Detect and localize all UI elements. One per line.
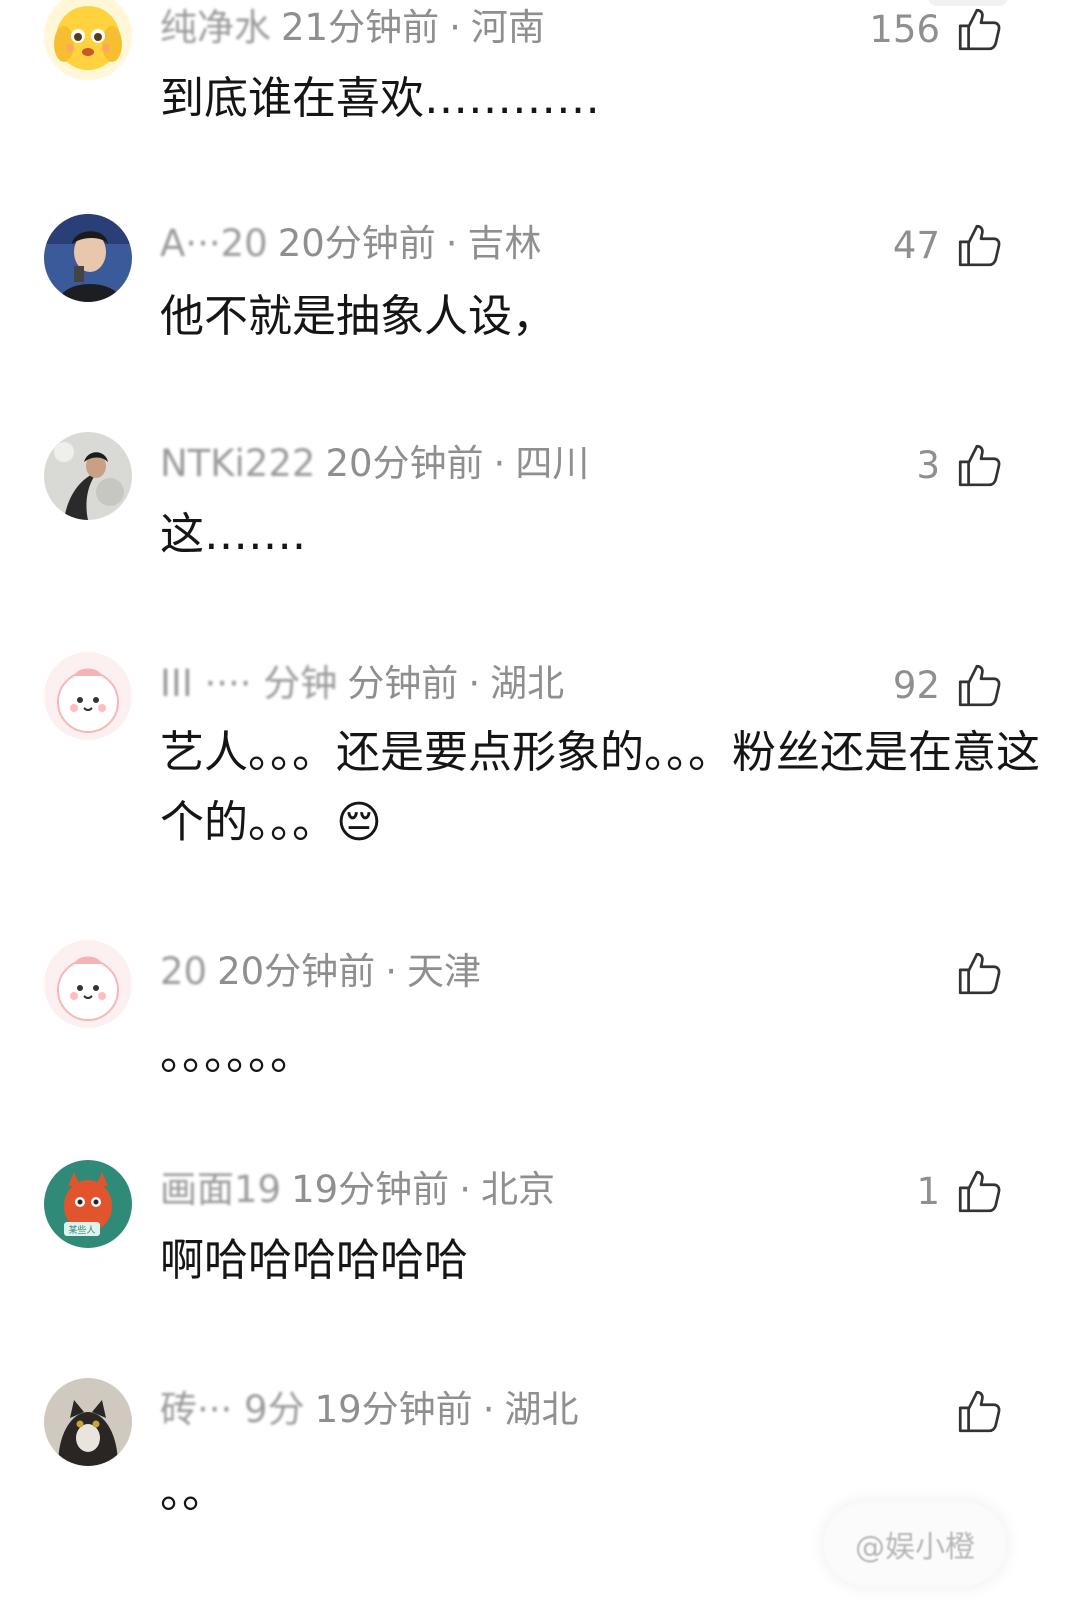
comment-text: 这……. (160, 509, 306, 560)
comment-time: 20分钟前 (325, 442, 484, 485)
comment-time: 20分钟前 (277, 222, 436, 265)
thumbs-up-icon (958, 224, 1001, 267)
comment-time: 分钟前 (347, 662, 459, 705)
thumbs-up-icon (958, 664, 1001, 707)
comment-location: 天津 (406, 950, 481, 993)
username[interactable]: NTKi222 (160, 442, 315, 485)
thumbs-up-icon (958, 8, 1001, 51)
username[interactable]: 画面19 (160, 1168, 281, 1211)
separator-dot: · (482, 1388, 495, 1431)
like-button[interactable] (940, 1386, 1004, 1436)
thumbs-up-icon (958, 1390, 1001, 1433)
comment-time: 19分钟前 (314, 1388, 473, 1431)
avatar[interactable] (44, 214, 132, 302)
comment-time: 20分钟前 (217, 950, 376, 993)
avatar[interactable] (44, 652, 132, 740)
thumbs-up-icon (958, 952, 1001, 995)
like-button[interactable]: 92 (893, 660, 1004, 710)
avatar-cartoon-icon: 某些人 (44, 1160, 132, 1248)
separator-dot: · (449, 6, 461, 49)
comment-location: 北京 (480, 1168, 555, 1211)
comment-location: 湖北 (490, 662, 565, 705)
comment-text: 到底谁在喜欢………… (160, 73, 600, 124)
avatar-emoji-face-icon (44, 0, 132, 80)
comment-time: 21分钟前 (281, 6, 440, 49)
username[interactable]: A···20 (160, 222, 268, 265)
separator-dot: · (385, 950, 397, 993)
comment-meta: NTKi222 20分钟前 · 四川 (160, 442, 589, 486)
comment-meta: 画面19 19分钟前 · 北京 (160, 1168, 555, 1212)
separator-dot: · (459, 1168, 471, 1211)
thumbs-up-icon (958, 444, 1001, 487)
username[interactable]: 20 (160, 950, 207, 993)
separator-dot: · (445, 222, 458, 265)
comment-meta: 砖··· 9分 19分钟前 · 湖北 (160, 1388, 578, 1432)
avatar[interactable] (44, 0, 132, 80)
comment-location: 四川 (515, 442, 590, 485)
comment-text: 。。。。。。 (160, 1029, 314, 1080)
username[interactable]: III ···· 分钟 (160, 662, 337, 705)
comment-meta: A···20 20分钟前 · 吉林 (160, 222, 542, 266)
comment-text: 他不就是抽象人设， (160, 291, 556, 342)
comment-location: 吉林 (467, 222, 542, 265)
separator-dot: · (493, 442, 506, 485)
username[interactable]: 砖··· 9分 (160, 1388, 305, 1431)
avatar[interactable] (44, 940, 132, 1028)
like-button[interactable]: 1 (916, 1166, 1004, 1216)
like-button[interactable]: 156 (869, 4, 1004, 54)
separator-dot: · (468, 662, 481, 705)
avatar-cartoon-icon (44, 652, 132, 740)
comment-text: 艺人。。。还是要点形象的。。。粉丝还是在意这个的。。。😔 (160, 727, 1040, 848)
avatar-photo-icon (44, 214, 132, 302)
avatar[interactable]: 某些人 (44, 1160, 132, 1248)
like-count: 156 (869, 7, 940, 51)
svg-text:某些人: 某些人 (68, 1224, 95, 1236)
like-count: 47 (892, 223, 940, 267)
comment-text: 啊哈哈哈哈哈哈 (160, 1235, 468, 1286)
username[interactable]: 纯净水 (160, 6, 271, 49)
comment-meta: 纯净水 21分钟前 · 河南 (160, 6, 545, 50)
avatar-cat-photo-icon (44, 1378, 132, 1466)
like-button[interactable]: 47 (893, 220, 1004, 270)
like-count: 1 (916, 1169, 940, 1213)
like-count: 3 (916, 443, 940, 487)
avatar[interactable] (44, 1378, 132, 1466)
thumbs-up-icon (958, 1170, 1001, 1213)
avatar-photo-icon (44, 432, 132, 520)
comment-time: 19分钟前 (291, 1168, 450, 1211)
avatar-cartoon-icon (44, 940, 132, 1028)
comment-location: 河南 (470, 6, 545, 49)
comment-location: 湖北 (504, 1388, 579, 1431)
watermark: @娱小橙 (824, 1502, 1006, 1586)
like-button[interactable] (940, 948, 1004, 998)
comment-meta: III ···· 分钟 分钟前 · 湖北 (160, 662, 564, 706)
avatar[interactable] (44, 432, 132, 520)
comment-meta: 20 20分钟前 · 天津 (160, 950, 481, 994)
like-count: 92 (892, 663, 940, 707)
like-button[interactable]: 3 (916, 440, 1004, 490)
